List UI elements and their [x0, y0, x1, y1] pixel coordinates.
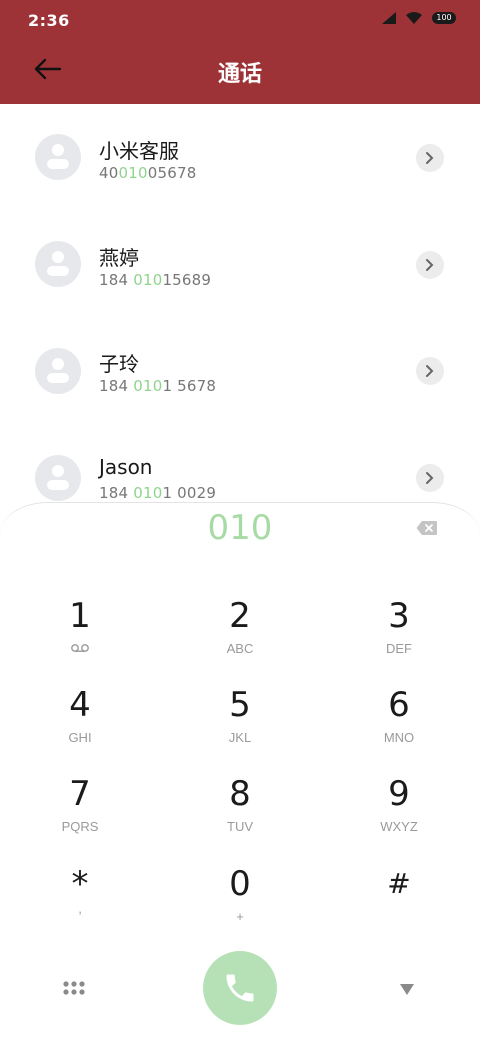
- contact-row[interactable]: 燕婷 184 01015689: [0, 211, 480, 317]
- chevron-right-icon: [426, 472, 434, 484]
- contact-detail-button[interactable]: [416, 357, 444, 385]
- key-digit: 4: [69, 685, 91, 725]
- dialpad-menu-icon: [63, 981, 85, 995]
- key-digit: 3: [388, 596, 410, 636]
- key-digit: 2: [229, 596, 251, 636]
- dialpad-panel: 010 1 2 ABC 3 DEF 4 GHI 5 JKL 6 MNO 7 PQ…: [0, 502, 480, 1041]
- contact-name: 小米客服: [99, 139, 179, 163]
- chevron-right-icon: [426, 365, 434, 377]
- avatar: [35, 241, 81, 287]
- app-header: 2:36 100 通话: [0, 0, 480, 104]
- key-letters: WXYZ: [380, 819, 418, 834]
- contact-list: 小米客服 4001005678 燕婷 184 01015689 子玲 184 0…: [0, 104, 480, 524]
- wifi-icon: [406, 12, 422, 24]
- dial-key-5[interactable]: 5 JKL: [170, 686, 310, 766]
- battery-icon: 100: [432, 12, 456, 24]
- key-digit: 9: [388, 774, 410, 814]
- backspace-button[interactable]: [416, 519, 438, 537]
- page-title: 通话: [217, 62, 262, 87]
- dial-key-star[interactable]: * ,: [10, 865, 150, 945]
- contact-detail-button[interactable]: [416, 144, 444, 172]
- collapse-triangle-icon: [400, 984, 414, 995]
- contact-name: Jason: [99, 455, 153, 479]
- key-digit: 0: [229, 864, 251, 904]
- dial-key-4[interactable]: 4 GHI: [10, 686, 150, 766]
- avatar: [35, 455, 81, 501]
- key-digit: 5: [229, 685, 251, 725]
- key-letters: ABC: [226, 641, 254, 656]
- contact-number: 184 0101 5678: [99, 377, 217, 395]
- chevron-right-icon: [426, 259, 434, 271]
- chevron-right-icon: [426, 152, 434, 164]
- avatar: [35, 348, 81, 394]
- key-letters: GHI: [68, 730, 92, 745]
- contact-name: 子玲: [99, 352, 139, 376]
- dialed-number[interactable]: 010: [140, 508, 340, 548]
- dial-key-9[interactable]: 9 WXYZ: [329, 775, 469, 855]
- key-letters: ,: [78, 901, 82, 916]
- key-digit: #: [387, 867, 411, 900]
- contact-detail-button[interactable]: [416, 464, 444, 492]
- key-letters: PQRS: [61, 819, 99, 834]
- status-icons: 100: [382, 12, 456, 24]
- dial-key-8[interactable]: 8 TUV: [170, 775, 310, 855]
- collapse-dialpad-button[interactable]: [397, 981, 417, 997]
- avatar: [35, 134, 81, 180]
- key-digit: *: [71, 864, 89, 904]
- dialpad-menu-button[interactable]: [62, 980, 86, 998]
- status-time: 2:36: [28, 11, 70, 30]
- key-letters: DEF: [386, 641, 412, 656]
- key-letters: +: [236, 909, 244, 924]
- voicemail-icon: [71, 644, 89, 652]
- dial-key-hash[interactable]: #: [329, 865, 469, 945]
- key-letters: JKL: [228, 730, 252, 745]
- contact-row[interactable]: 子玲 184 0101 5678: [0, 317, 480, 423]
- contact-name: 燕婷: [99, 246, 139, 270]
- dial-key-1[interactable]: 1: [10, 597, 150, 677]
- key-digit: 8: [229, 774, 251, 814]
- contact-number: 184 01015689: [99, 271, 212, 289]
- dial-key-3[interactable]: 3 DEF: [329, 597, 469, 677]
- key-letters: MNO: [383, 730, 415, 745]
- contact-detail-button[interactable]: [416, 251, 444, 279]
- call-button[interactable]: [203, 951, 277, 1025]
- signal-icon: [382, 12, 396, 24]
- contact-row[interactable]: 小米客服 4001005678: [0, 104, 480, 210]
- dial-key-7[interactable]: 7 PQRS: [10, 775, 150, 855]
- key-digit: 7: [69, 774, 91, 814]
- contact-number: 184 0101 0029: [99, 484, 217, 502]
- dial-key-6[interactable]: 6 MNO: [329, 686, 469, 766]
- key-letters: TUV: [227, 819, 253, 834]
- dial-key-2[interactable]: 2 ABC: [170, 597, 310, 677]
- backspace-icon: [416, 521, 437, 535]
- dial-key-0[interactable]: 0 +: [170, 865, 310, 945]
- contact-number: 4001005678: [99, 164, 197, 182]
- key-digit: 1: [69, 596, 91, 636]
- key-digit: 6: [388, 685, 410, 725]
- phone-icon: [226, 974, 254, 1002]
